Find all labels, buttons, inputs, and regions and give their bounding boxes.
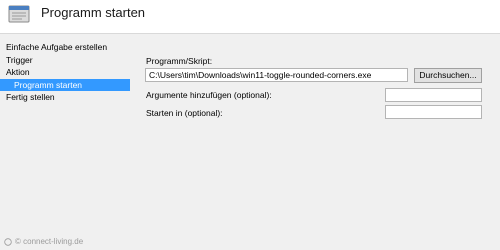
- arguments-label: Argumente hinzufügen (optional):: [146, 90, 272, 100]
- wizard-header: Programm starten: [0, 0, 500, 34]
- wizard-steps-nav: Einfache Aufgabe erstellen Trigger Aktio…: [0, 35, 130, 104]
- start-in-input[interactable]: [385, 105, 482, 119]
- nav-item-fertig-stellen[interactable]: Fertig stellen: [0, 91, 130, 104]
- nav-item-einfache-aufgabe[interactable]: Einfache Aufgabe erstellen: [0, 41, 130, 54]
- program-path-input[interactable]: C:\Users\tim\Downloads\win11-toggle-roun…: [145, 68, 408, 82]
- program-label: Programm/Skript:: [146, 56, 213, 66]
- watermark-text: © connect-living.de: [15, 237, 84, 246]
- nav-item-aktion[interactable]: Aktion: [0, 66, 130, 79]
- task-scheduler-icon: [8, 5, 30, 23]
- wizard-body: Einfache Aufgabe erstellen Trigger Aktio…: [0, 35, 500, 250]
- browse-button[interactable]: Durchsuchen...: [414, 68, 482, 83]
- watermark: © connect-living.de: [4, 237, 83, 246]
- nav-item-programm-starten[interactable]: Programm starten: [0, 78, 130, 91]
- start-in-label: Starten in (optional):: [146, 108, 223, 118]
- page-title: Programm starten: [41, 5, 146, 20]
- copyright-icon: [4, 237, 12, 246]
- arguments-input[interactable]: [385, 88, 482, 102]
- nav-item-trigger[interactable]: Trigger: [0, 54, 130, 67]
